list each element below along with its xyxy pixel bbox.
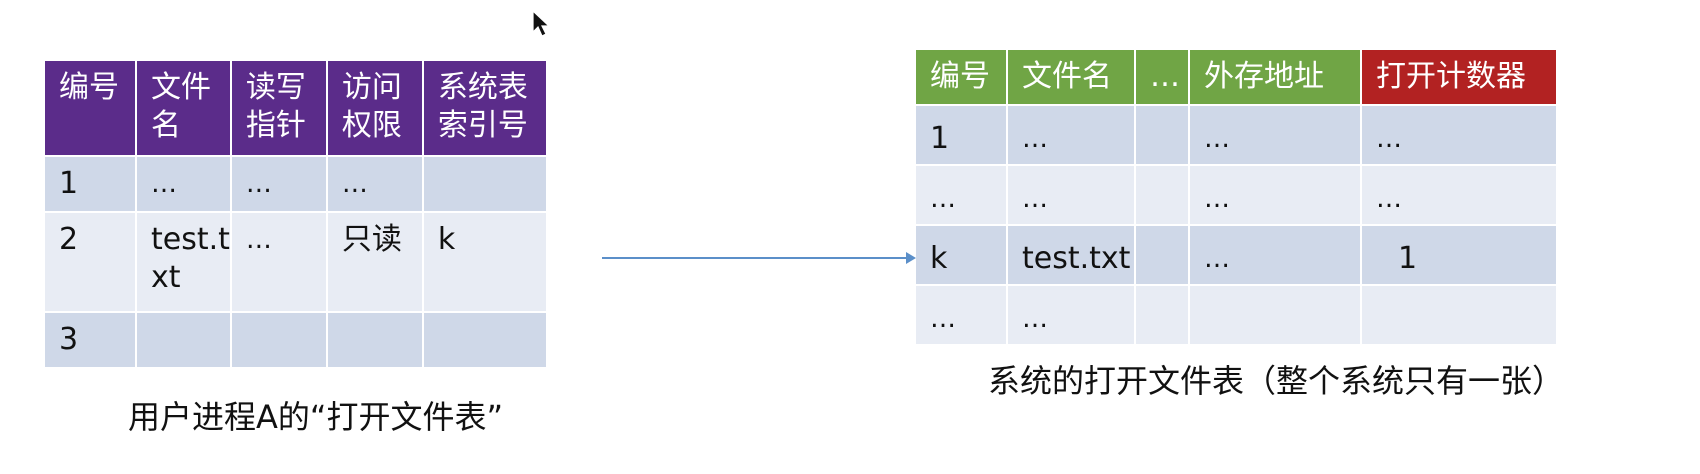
arrow-head [906,252,916,264]
index-arrow [602,252,916,264]
mouse-cursor-icon [532,10,551,37]
